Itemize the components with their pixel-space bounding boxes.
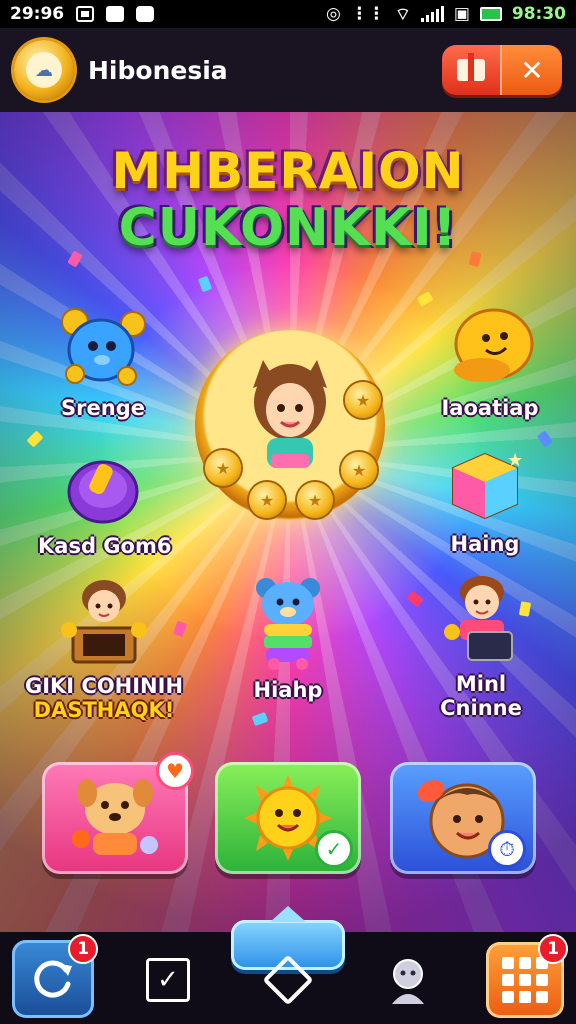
game-label: Minl: [455, 672, 507, 696]
app-logo[interactable]: ☁: [14, 40, 74, 100]
nfc-icon: ⋮⋮: [350, 4, 385, 24]
coin-icon: ★: [205, 450, 241, 486]
battery-icon: [479, 7, 502, 21]
game-haing[interactable]: ★ Haing: [430, 448, 540, 556]
game-label: Srenge: [61, 396, 145, 420]
girl-character-icon: [253, 360, 327, 468]
menu-grid-icon: [502, 957, 548, 1003]
sim-icon: ▣: [453, 4, 470, 24]
blue-creature-icon: [61, 308, 146, 386]
game-srenge[interactable]: Srenge: [38, 302, 168, 420]
banner-title-line2: CUKONKKI!: [118, 198, 458, 258]
notification-k-icon: [106, 6, 125, 22]
game-sublabel: Cninne: [440, 696, 522, 720]
gift-icon: [457, 53, 485, 81]
game-label: Kasd Gom6: [38, 534, 172, 558]
game-card-sun[interactable]: ✓: [215, 762, 361, 874]
nav-tasks-button[interactable]: ✓: [146, 958, 190, 1002]
game-lobby: MHBERAION CUKONKKI! Srenge Iaoatiap ★ ★ …: [0, 112, 576, 932]
game-sublabel: DASTHAQK!: [33, 698, 175, 722]
game-label: Haing: [450, 532, 520, 556]
game-label: Iaoatiap: [441, 396, 539, 420]
checkbox-icon: ✓: [157, 965, 179, 995]
game-iaoatiap[interactable]: Iaoatiap: [420, 302, 560, 420]
heart-icon: ♥: [156, 752, 194, 790]
app-header: ☁ Hibonesia ✕: [0, 28, 576, 112]
status-time-right: 98:30: [511, 4, 566, 24]
notification-b-icon: [76, 6, 95, 22]
bottom-nav: 1 ✓ 1: [0, 906, 576, 1024]
yellow-blob-icon: [454, 308, 534, 382]
notification-message-icon: [136, 6, 155, 22]
check-icon: ✓: [315, 830, 353, 868]
menu-badge: 1: [538, 934, 568, 964]
nav-menu-button[interactable]: 1: [486, 934, 568, 1018]
game-kasd-gom6[interactable]: Kasd Gom6: [38, 452, 172, 558]
wifi-icon: ⌔: [394, 4, 411, 25]
coin-icon: ★: [345, 382, 381, 418]
game-card-dog[interactable]: ♥: [42, 752, 194, 874]
coin-icon: ★: [341, 452, 377, 488]
dog-character-icon: [72, 779, 158, 855]
gift-button[interactable]: [442, 45, 502, 95]
purple-coin-icon: [67, 460, 139, 524]
banner-title-line1: MHBERAION: [111, 142, 465, 200]
nav-profile-button[interactable]: [386, 954, 430, 1006]
game-minl-cninne[interactable]: Minl Cninne: [416, 574, 546, 720]
app-title: Hibonesia: [88, 55, 228, 85]
coin-icon: ★: [297, 482, 333, 518]
header-actions: ✕: [442, 45, 562, 95]
rainbow-bear-icon: [256, 578, 320, 670]
coin-icon: ★: [249, 482, 285, 518]
game-card-baby[interactable]: ⏱: [390, 762, 536, 874]
vibrate-icon: ◎: [325, 4, 341, 24]
gift-cube-icon: ★: [452, 450, 523, 520]
status-time-left: 29:96: [10, 4, 65, 24]
nav-refresh-button[interactable]: 1: [12, 934, 98, 1018]
signal-icon: [420, 6, 444, 22]
kid-box-icon: [61, 580, 147, 664]
game-hiahp[interactable]: Hiahp: [228, 574, 348, 702]
close-icon: ✕: [520, 53, 544, 87]
close-button[interactable]: ✕: [502, 45, 562, 95]
featured-game-hero[interactable]: ★ ★ ★ ★ ★: [195, 330, 385, 520]
kid-tablet-icon: [444, 576, 513, 661]
game-label: Hiahp: [253, 678, 323, 702]
cloud-icon: ☁: [26, 52, 62, 88]
clock-icon: ⏱: [488, 830, 526, 868]
svg-text:★: ★: [507, 450, 523, 471]
status-bar: 29:96 ◎ ⋮⋮ ⌔ ▣ 98:30: [0, 0, 576, 28]
game-giki-cohinih[interactable]: GIKI COHINIH DASTHAQK!: [24, 578, 184, 722]
profile-icon: [392, 959, 424, 1004]
game-label: GIKI COHINIH: [24, 674, 184, 698]
refresh-icon: [34, 960, 72, 998]
notification-badge: 1: [68, 934, 98, 964]
